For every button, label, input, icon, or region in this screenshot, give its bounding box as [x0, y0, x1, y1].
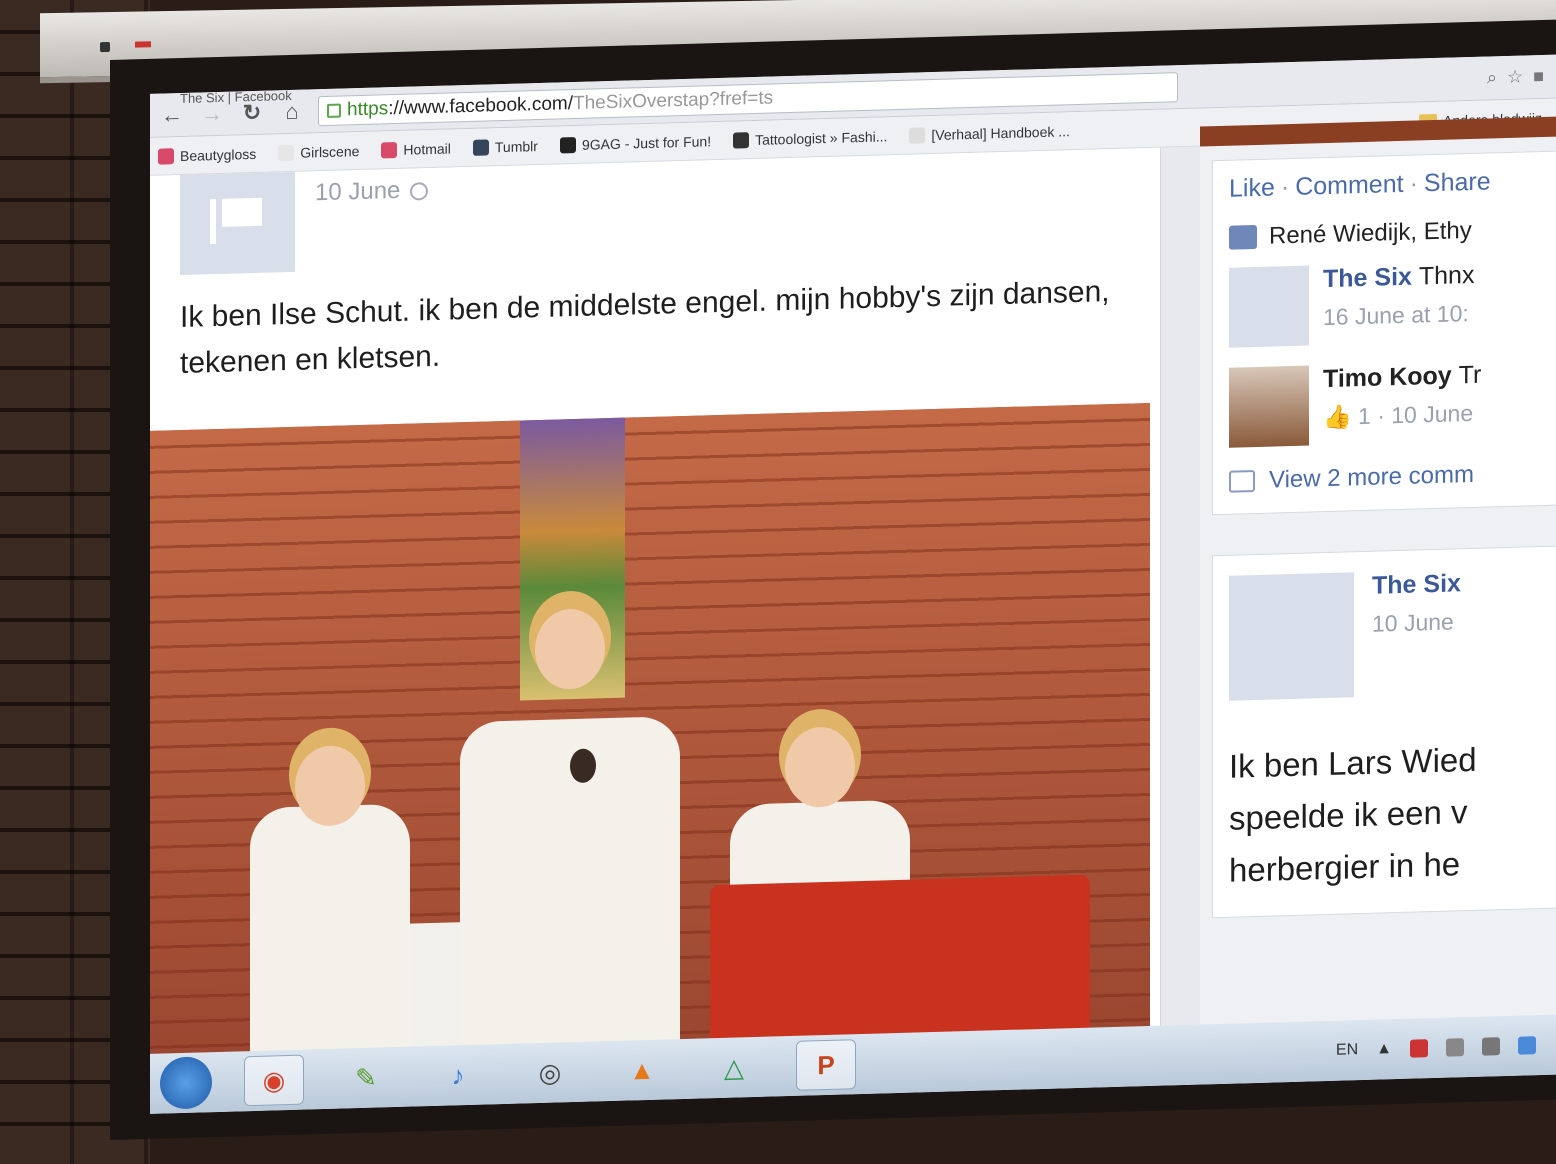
lock-icon [327, 103, 341, 118]
bookmark-label: Beautygloss [180, 145, 257, 164]
post-date-text: 10 June [315, 176, 401, 207]
post2-line: Ik ben Lars Wied [1229, 740, 1477, 785]
page-avatar[interactable] [180, 171, 295, 276]
powerpoint-icon[interactable]: P [796, 1039, 856, 1091]
like-link[interactable]: Like [1229, 173, 1275, 202]
post2-date[interactable]: 10 June [1372, 608, 1461, 637]
angel-left [250, 744, 410, 1069]
tray-expand-icon[interactable]: ▲ [1376, 1040, 1392, 1058]
flag-icon[interactable] [1410, 1039, 1428, 1058]
red-cloth [710, 874, 1090, 1056]
thumbs-up-icon [1229, 224, 1257, 250]
timeline-post: 10 June Ik ben Ilse Schut. ik ben de mid… [150, 147, 1234, 1071]
fire-icon[interactable]: ▲ [612, 1044, 672, 1096]
evernote-icon[interactable]: ✎ [336, 1052, 396, 1104]
comment-meta-text[interactable]: 1 · 10 June [1358, 400, 1473, 429]
comment-author-name: Timo Kooy [1323, 361, 1452, 394]
handboek-icon [909, 126, 926, 144]
beautygloss-icon [158, 147, 174, 165]
girlscene-icon [278, 144, 295, 161]
hotmail-icon [381, 141, 398, 158]
9gag-icon [559, 136, 576, 153]
post-actions: Like · Comment · Share [1213, 151, 1556, 218]
right-column: Like · Comment · Share René Wiedijk, Ethy Th… [1200, 116, 1556, 1025]
tumblr-icon [472, 138, 489, 156]
feed-card: Like · Comment · Share René Wiedijk, Ethy Th… [1212, 150, 1556, 516]
bookmark-label: [Verhaal] Handboek ... [931, 122, 1070, 143]
bookmark-handboek[interactable]: [Verhaal] Handboek ... [909, 122, 1070, 144]
tab-title[interactable]: The Six | Facebook [180, 88, 292, 106]
page-content: 10 June Ik ben Ilse Schut. ik ben de mid… [150, 116, 1556, 1071]
system-tray: EN ▲ [1336, 1036, 1556, 1060]
housing-mark [135, 41, 151, 48]
chrome-icon[interactable]: ◉ [244, 1054, 304, 1107]
comment-text: Thnx [1418, 260, 1475, 291]
angel-left-head [295, 744, 365, 827]
omnibox-actions: ⌕ ☆ ■ [1487, 66, 1556, 89]
bookmark-girlscene[interactable]: Girlscene [278, 143, 359, 161]
post-header: 10 June [150, 148, 1160, 316]
bookmark-label: 9GAG - Just for Fun! [581, 132, 712, 153]
bookmark-tumblr[interactable]: Tumblr [472, 137, 538, 156]
comment-author[interactable]: The Six Thnx [1323, 261, 1474, 294]
bookmark-beautygloss[interactable]: Beautygloss [158, 145, 257, 165]
start-button[interactable] [160, 1056, 212, 1110]
extension-icon[interactable]: ■ [1533, 66, 1544, 87]
bookmark-label: Tattoologist » Fashi... [755, 127, 888, 148]
comment-avatar[interactable] [1229, 265, 1309, 348]
share-link[interactable]: Share [1424, 167, 1491, 197]
update-icon[interactable] [1518, 1036, 1536, 1055]
globe-icon [410, 181, 429, 201]
bookmark-label: Tumblr [494, 137, 538, 155]
itunes-icon[interactable]: ♪ [428, 1049, 488, 1101]
bookmark-label: Hotmail [403, 139, 451, 158]
url-path: TheSixOverstap?fref=ts [573, 86, 774, 114]
url-scheme: https [347, 97, 389, 120]
post2-line: herbergier in he [1229, 845, 1461, 889]
volume-icon[interactable] [1446, 1038, 1464, 1057]
url-host: ://www.facebook.com/ [388, 92, 573, 119]
comment: The Six Thnx 16 June at 10: [1213, 248, 1556, 358]
comment: Timo Kooy Tr 👍 1 · 10 June [1213, 348, 1556, 458]
page-avatar[interactable] [1229, 572, 1354, 701]
view-more-label: View 2 more comm [1269, 460, 1474, 494]
comment-time[interactable]: 16 June at 10: [1323, 300, 1474, 331]
scrollbar[interactable] [1160, 146, 1200, 1026]
thumbs-up-icon: 👍 [1323, 403, 1352, 431]
drive-icon[interactable]: △ [704, 1042, 764, 1094]
separator: · [1280, 173, 1290, 202]
comment-meta: 👍 1 · 10 June [1323, 400, 1481, 431]
language-indicator[interactable]: EN [1336, 1041, 1358, 1060]
comment-link[interactable]: Comment [1295, 170, 1403, 201]
separator: · [1409, 169, 1418, 198]
comment-text: Tr [1458, 360, 1482, 390]
likes-names[interactable]: René Wiedijk, Ethy [1269, 217, 1472, 251]
bookmark-label: Girlscene [300, 142, 360, 161]
bookmark-9gag[interactable]: 9GAG - Just for Fun! [559, 132, 712, 153]
webcam-icon[interactable]: ◎ [520, 1047, 580, 1099]
zoom-icon[interactable]: ⌕ [1487, 67, 1497, 88]
post-date[interactable]: 10 June [315, 176, 429, 207]
post2-line: speelde ik een v [1229, 793, 1468, 837]
network-icon[interactable] [1482, 1037, 1500, 1056]
post2-author[interactable]: The Six [1372, 569, 1461, 600]
post-photo[interactable] [150, 402, 1150, 1071]
view-more-comments[interactable]: View 2 more comm [1213, 448, 1556, 514]
bookmark-tattoologist[interactable]: Tattoologist » Fashi... [733, 127, 888, 149]
feed-card-2: The Six 10 June Ik ben Lars Wied speelde… [1212, 545, 1556, 919]
comment-bubble-icon [1229, 470, 1255, 493]
browser-window: The Six | Facebook ← → ↻ ⌂ https://www.f… [150, 54, 1556, 1114]
housing-knob [100, 42, 110, 53]
projected-screen: The Six | Facebook ← → ↻ ⌂ https://www.f… [110, 19, 1556, 1140]
comment-author-name: The Six [1323, 262, 1412, 294]
post2-header: The Six 10 June [1229, 567, 1549, 701]
star-icon[interactable]: ☆ [1507, 67, 1523, 88]
comment-avatar[interactable] [1229, 365, 1309, 448]
comment-author[interactable]: Timo Kooy Tr [1323, 361, 1481, 394]
post2-text: Ik ben Lars Wied speelde ik een v herber… [1229, 732, 1549, 897]
tattoologist-icon [733, 131, 750, 149]
bookmark-hotmail[interactable]: Hotmail [381, 139, 451, 158]
